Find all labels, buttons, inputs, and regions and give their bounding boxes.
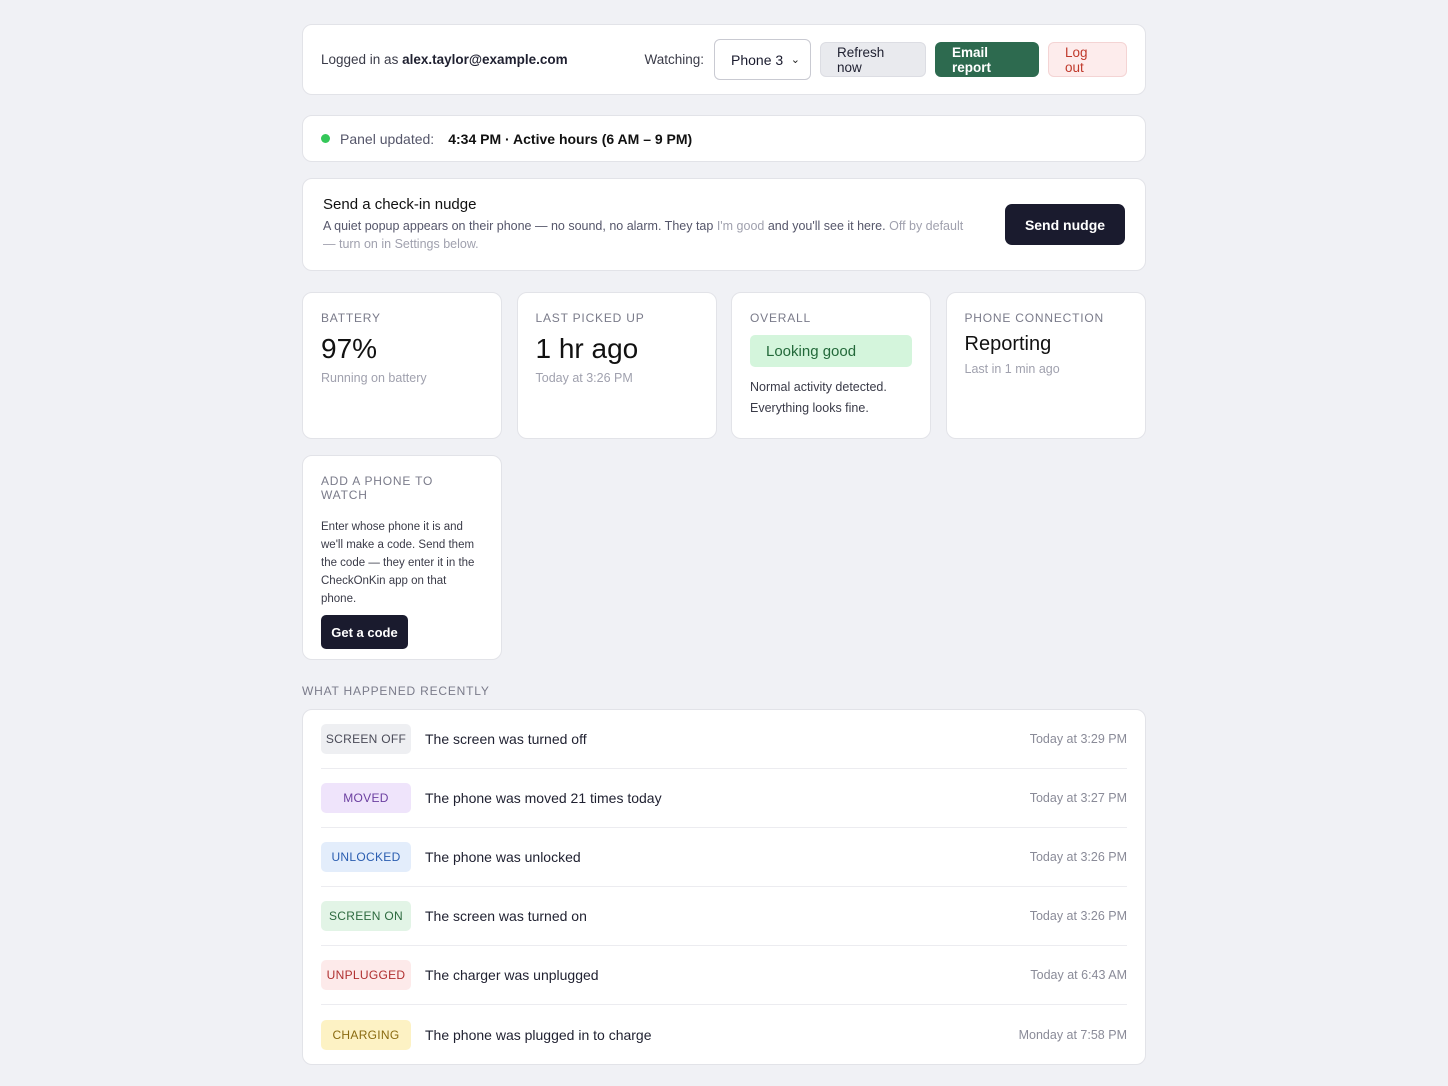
event-row: UNPLUGGED The charger was unplugged Today …	[321, 946, 1127, 1005]
event-tag: MOVED	[321, 783, 411, 813]
battery-card: Battery 97% Running on battery	[302, 292, 502, 439]
chevron-down-icon: ⌄	[790, 54, 800, 66]
nudge-title: Send a check-in nudge	[323, 196, 477, 213]
last-picked-value: 1 hr ago	[535, 333, 639, 364]
event-time: Today at 3:29 PM	[1029, 732, 1127, 746]
overall-heading: Overall	[750, 311, 811, 325]
event-message: The charger was unplugged	[425, 967, 599, 983]
send-nudge-button[interactable]: Send nudge	[1005, 204, 1125, 245]
battery-value: 97%	[321, 333, 378, 364]
event-row: SCREEN ON The screen was turned on Today a…	[321, 887, 1127, 946]
login-info: Logged in as alex.taylor@example.com	[321, 52, 568, 67]
event-row: MOVED The phone was moved 21 times today T…	[321, 769, 1127, 828]
top-bar: Logged in as alex.taylor@example.com Wat…	[302, 24, 1146, 95]
event-time: Today at 3:26 PM	[1029, 909, 1127, 923]
event-tag: SCREEN ON	[321, 901, 411, 931]
event-tag: UNPLUGGED	[321, 960, 411, 990]
last-picked-sub: Today at 3:26 PM	[535, 371, 633, 385]
phone-select[interactable]: Phone 3 ⌄	[714, 39, 811, 80]
overall-card: Overall Looking good Normal activity det…	[731, 292, 931, 439]
event-message: The phone was moved 21 times today	[425, 790, 662, 806]
event-message: The screen was turned on	[425, 908, 587, 924]
user-email: alex.taylor@example.com	[402, 52, 568, 67]
connection-sub: Last in 1 min ago	[964, 362, 1060, 376]
event-row: CHARGING The phone was plugged in to char…	[321, 1005, 1127, 1064]
email-report-button[interactable]: Email report	[935, 42, 1039, 77]
nudge-desc-2: and you'll see it here.	[767, 219, 886, 233]
watching-label: Watching:	[644, 52, 704, 67]
status-dot-icon	[321, 134, 330, 143]
nudge-description: A quiet popup appears on their phone — n…	[323, 217, 965, 253]
battery-sub: Running on battery	[321, 371, 427, 385]
event-message: The phone was plugged in to charge	[425, 1026, 652, 1043]
add-phone-desc: Enter whose phone it is and we'll make a…	[321, 521, 475, 605]
event-tag: CHARGING	[321, 1019, 411, 1050]
add-phone-heading: Add a phone to watch	[321, 474, 434, 502]
event-message: The phone was unlocked	[425, 849, 581, 865]
event-message: The screen was turned off	[425, 731, 587, 747]
get-code-button[interactable]: Get a code	[321, 615, 408, 649]
logout-button[interactable]: Log out	[1048, 42, 1127, 77]
event-time: Monday at 7:58 PM	[1018, 1027, 1127, 1042]
connection-value: Reporting	[964, 333, 1052, 355]
connection-heading: Phone connection	[964, 311, 1104, 325]
recent-title: What happened recently	[302, 684, 490, 698]
overall-status-badge: Looking good	[750, 335, 912, 367]
status-label: Panel updated:	[340, 130, 435, 147]
event-row: UNLOCKED The phone was unlocked Today at 3…	[321, 828, 1127, 887]
add-phone-card: Add a phone to watch Enter whose phone i…	[302, 455, 502, 660]
event-time: Today at 3:27 PM	[1029, 791, 1127, 805]
nudge-desc-highlight: I'm good	[716, 219, 765, 233]
nudge-desc-1: A quiet popup appears on their phone — n…	[323, 219, 714, 233]
nudge-card: Send a check-in nudge A quiet popup appe…	[302, 178, 1146, 271]
stats-grid: Battery 97% Running on battery Last pick…	[302, 292, 1146, 660]
event-time: Today at 3:26 PM	[1029, 850, 1127, 864]
connection-card: Phone connection Reporting Last in 1 min…	[945, 292, 1146, 439]
phone-select-value: Phone 3	[731, 51, 784, 68]
event-time: Today at 6:43 AM	[1030, 968, 1127, 982]
event-tag: UNLOCKED	[321, 842, 411, 872]
event-row: SCREEN OFF The screen was turned off Today…	[321, 710, 1127, 769]
logged-in-prefix: Logged in as	[321, 52, 399, 67]
status-strip: Panel updated: 4:34 PM · Active hours (6…	[302, 115, 1146, 162]
status-value: 4:34 PM · Active hours (6 AM – 9 PM)	[448, 130, 693, 147]
last-picked-card: Last picked up 1 hr ago Today at 3:26 PM	[516, 292, 717, 439]
event-tag: SCREEN OFF	[321, 724, 411, 754]
dashboard: Logged in as alex.taylor@example.com Wat…	[302, 24, 1146, 1065]
battery-heading: Battery	[321, 311, 381, 325]
overall-desc: Normal activity detected. Everything loo…	[750, 380, 887, 415]
event-list: SCREEN OFF The screen was turned off Today…	[302, 709, 1146, 1065]
last-picked-heading: Last picked up	[535, 311, 645, 325]
refresh-button[interactable]: Refresh now	[820, 42, 926, 77]
